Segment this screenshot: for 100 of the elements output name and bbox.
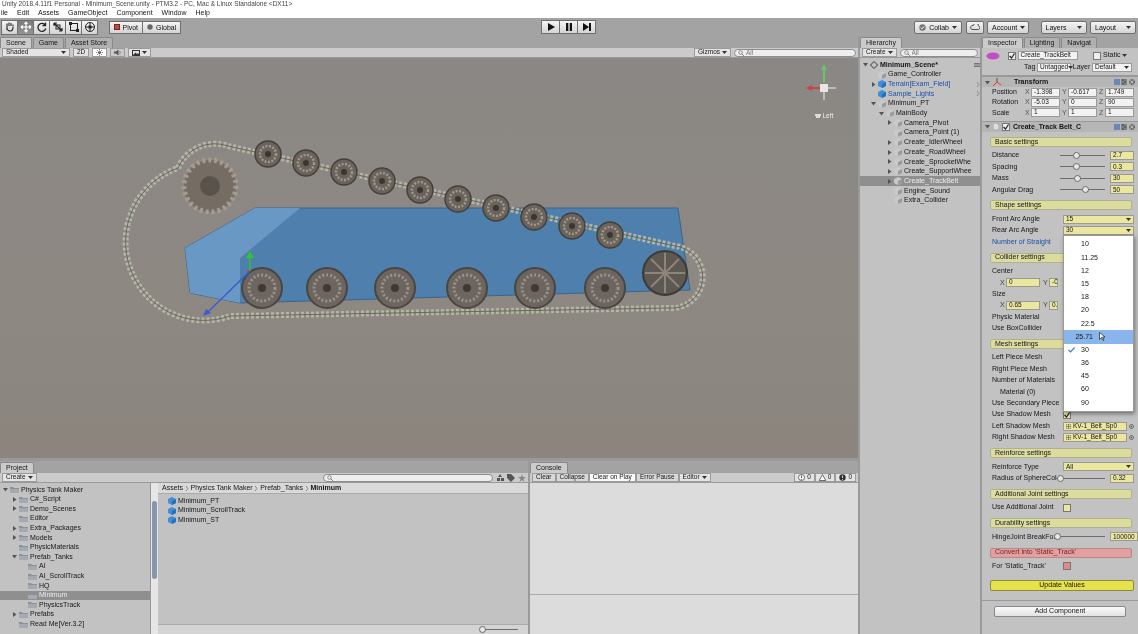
caret-icon: [952, 25, 957, 29]
caret-icon: [1126, 229, 1131, 233]
checkbox[interactable]: [1063, 562, 1071, 571]
active-checkbox[interactable]: [1007, 51, 1016, 60]
slider-thumb[interactable]: [1072, 152, 1080, 160]
scale-icon: [51, 21, 64, 33]
script-icon: [993, 123, 999, 131]
project-search-field[interactable]: [323, 473, 493, 482]
info-icon: [798, 474, 806, 481]
static-checkbox[interactable]: [1093, 51, 1102, 60]
slider-thumb[interactable]: [1072, 163, 1080, 171]
slider-thumb[interactable]: [1053, 533, 1061, 541]
folder-icon: [19, 553, 28, 561]
cloud-button[interactable]: [965, 20, 984, 34]
caret-icon: [1126, 465, 1131, 469]
playback-button[interactable]: [577, 20, 596, 34]
step-icon: [582, 23, 591, 31]
gear-icon[interactable]: [1129, 123, 1135, 130]
effects-dropdown[interactable]: [128, 48, 152, 57]
hand-icon: [3, 21, 16, 33]
expanded-arrow-icon[interactable]: [862, 62, 868, 68]
pause-icon: [564, 23, 573, 31]
globe-icon: [147, 24, 154, 30]
expanded-arrow-icon[interactable]: [985, 79, 990, 85]
sun-icon: [96, 49, 104, 56]
caret-icon: [61, 51, 66, 54]
slider-thumb[interactable]: [478, 626, 486, 633]
checkbox[interactable]: [1063, 503, 1071, 512]
lighting-toggle[interactable]: [92, 48, 108, 57]
slider[interactable]: [1060, 186, 1105, 194]
move-gizmo-icon[interactable]: [203, 251, 254, 316]
caret-icon: [1076, 25, 1082, 29]
caret-icon: [701, 476, 707, 479]
transform-axes-icon: [993, 78, 1001, 86]
scrollbar[interactable]: [150, 483, 158, 634]
caret-icon: [142, 51, 148, 54]
slider-thumb[interactable]: [1057, 474, 1065, 482]
caret-icon: [1122, 54, 1128, 57]
chevron-icon: [254, 485, 259, 491]
cursor-icon: [1099, 332, 1105, 342]
preset-icon[interactable]: [1121, 123, 1128, 130]
scrollbar-thumb[interactable]: [152, 501, 157, 579]
tool-button[interactable]: [81, 19, 98, 35]
expanded-arrow-icon[interactable]: [11, 554, 17, 560]
slider-thumb[interactable]: [1081, 186, 1089, 194]
caret-icon: [1068, 66, 1074, 69]
filter-type-icon[interactable]: [496, 473, 504, 482]
slider[interactable]: [1054, 474, 1105, 482]
menu-icon[interactable]: [974, 62, 980, 67]
view-mode-icon: [814, 113, 821, 118]
image-icon: [132, 49, 141, 56]
slider-thumb[interactable]: [1074, 174, 1082, 182]
caret-icon: [1124, 66, 1130, 69]
slider[interactable]: [1060, 152, 1105, 160]
icon-size-slider[interactable]: [480, 626, 518, 633]
collapsed-arrow-icon[interactable]: [11, 612, 17, 617]
folder-icon: [19, 620, 28, 628]
object-icon: [986, 51, 1000, 60]
transform-icon: [83, 21, 96, 33]
expanded-arrow-icon[interactable]: [2, 487, 8, 493]
caret-icon: [1126, 25, 1131, 29]
rect-tool-icon: [67, 21, 80, 33]
search-icon: [327, 474, 333, 481]
move-icon: [19, 21, 32, 33]
error-icon: [839, 474, 847, 481]
folder-icon: [19, 505, 28, 513]
tag-icon[interactable]: [507, 473, 515, 482]
caret-icon: [887, 51, 893, 54]
component-enabled-checkbox[interactable]: [1002, 122, 1010, 131]
cube-icon: [878, 70, 886, 79]
preset-icon[interactable]: [1121, 79, 1128, 85]
mesh-icon: [1066, 434, 1071, 440]
caret-icon: [27, 476, 33, 479]
search-icon: [738, 49, 744, 56]
caret-icon: [1126, 217, 1131, 221]
search-icon: [903, 49, 910, 56]
checkmark-icon: [1003, 123, 1009, 130]
speaker-icon: [114, 49, 122, 56]
pivot-icon: [113, 24, 120, 30]
folder-icon: [19, 611, 28, 618]
checkmark-icon: [1064, 411, 1070, 418]
star-icon[interactable]: [518, 473, 526, 482]
play-icon: [546, 23, 555, 31]
collapsed-arrow-icon[interactable]: [870, 81, 876, 87]
collapsed-arrow-icon[interactable]: [886, 120, 892, 126]
caret-icon: [722, 51, 727, 54]
checkmark-icon: [1008, 52, 1015, 59]
folder-icon: [28, 601, 37, 609]
audio-toggle[interactable]: [110, 48, 126, 57]
slider[interactable]: [1060, 174, 1105, 182]
scene-icon: [870, 60, 878, 69]
caret-icon: [1020, 25, 1026, 29]
slider[interactable]: [1054, 533, 1105, 541]
mesh-icon: [1066, 423, 1071, 429]
rotate-icon: [35, 21, 48, 33]
check-circle-icon: [919, 23, 927, 31]
expanded-arrow-icon[interactable]: [985, 124, 990, 130]
slider[interactable]: [1060, 163, 1105, 171]
cloud-icon: [969, 24, 980, 30]
gear-icon[interactable]: [1129, 79, 1135, 85]
